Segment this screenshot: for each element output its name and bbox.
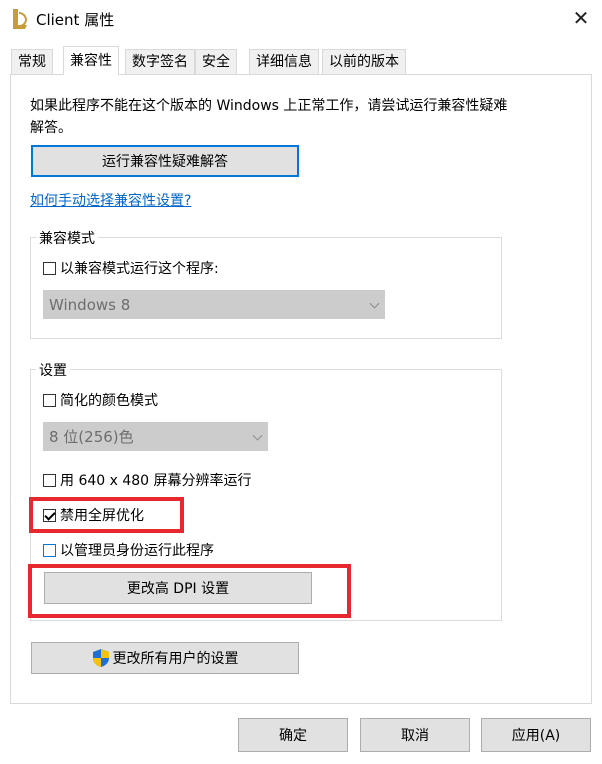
window-title: Client 属性: [36, 11, 115, 29]
tab-compatibility[interactable]: 兼容性: [63, 46, 119, 75]
run-as-admin-checkbox[interactable]: [43, 543, 56, 557]
tab-digital-signatures[interactable]: 数字签名: [125, 49, 195, 74]
run-as-admin-label: 以管理员身份运行此程序: [60, 543, 214, 559]
color-mode-select: 8 位(256)色: [43, 422, 268, 451]
chevron-down-icon: [252, 430, 263, 441]
tab-previous-versions[interactable]: 以前的版本: [322, 49, 406, 74]
reduced-color-row[interactable]: 简化的颜色模式: [43, 390, 158, 410]
settings-legend: 设置: [36, 360, 70, 380]
manual-settings-link[interactable]: 如何手动选择兼容性设置?: [30, 190, 191, 210]
compat-mode-group: [30, 237, 502, 339]
color-mode-select-value: 8 位(256)色: [49, 428, 134, 446]
compat-mode-checkbox-label: 以兼容模式运行这个程序:: [60, 261, 219, 277]
run-as-admin-row[interactable]: 以管理员身份运行此程序: [43, 540, 214, 560]
tab-security[interactable]: 安全: [195, 49, 237, 74]
os-version-select-value: Windows 8: [49, 295, 131, 314]
all-users-settings-label: 更改所有用户的设置: [112, 651, 239, 667]
compat-description: 如果此程序不能在这个版本的 Windows 上正常工作，请尝试运行兼容性疑难解答…: [30, 98, 508, 136]
disable-fullscreen-label: 禁用全屏优化: [60, 508, 144, 524]
compat-mode-legend: 兼容模式: [36, 228, 98, 248]
low-resolution-label: 用 640 x 480 屏幕分辨率运行: [60, 473, 252, 489]
apply-button[interactable]: 应用(A): [481, 718, 591, 752]
title-bar: Client 属性 ✕: [0, 0, 602, 38]
reduced-color-checkbox[interactable]: [43, 393, 56, 407]
cancel-button[interactable]: 取消: [360, 718, 470, 752]
app-icon: [10, 8, 30, 30]
all-users-settings-button[interactable]: 更改所有用户的设置: [31, 642, 299, 674]
compat-mode-checkbox-row[interactable]: 以兼容模式运行这个程序:: [43, 258, 219, 278]
compat-mode-checkbox[interactable]: [43, 261, 56, 275]
disable-fullscreen-checkbox[interactable]: [43, 508, 56, 522]
tab-general[interactable]: 常规: [11, 49, 53, 74]
shield-icon: [92, 649, 109, 667]
os-version-select: Windows 8: [43, 290, 385, 319]
change-dpi-button[interactable]: 更改高 DPI 设置: [44, 572, 312, 604]
tab-details[interactable]: 详细信息: [249, 49, 319, 74]
ok-button[interactable]: 确定: [238, 718, 348, 752]
troubleshoot-button[interactable]: 运行兼容性疑难解答: [31, 145, 299, 177]
chevron-down-icon: [369, 298, 380, 309]
reduced-color-label: 简化的颜色模式: [60, 393, 158, 409]
disable-fullscreen-row[interactable]: 禁用全屏优化: [43, 505, 144, 525]
low-resolution-checkbox[interactable]: [43, 473, 56, 487]
close-button[interactable]: ✕: [560, 0, 602, 36]
close-icon: ✕: [572, 6, 590, 30]
low-resolution-row[interactable]: 用 640 x 480 屏幕分辨率运行: [43, 470, 252, 490]
